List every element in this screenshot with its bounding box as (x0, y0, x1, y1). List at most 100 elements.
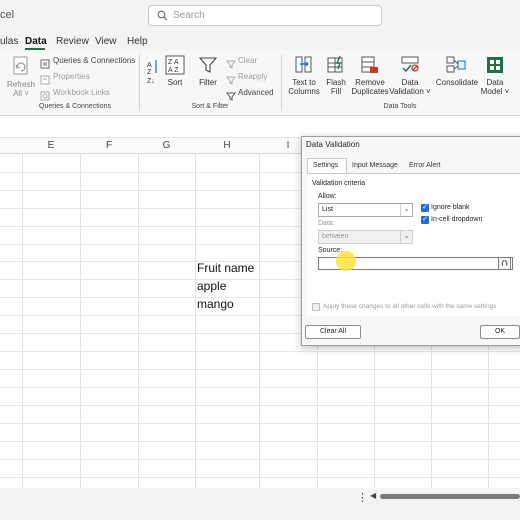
formula-area (0, 117, 520, 138)
consolidate-label: Consolidate (435, 78, 479, 87)
reapply-button[interactable]: Reapply (238, 72, 267, 81)
text-to-columns-button[interactable] (294, 55, 314, 80)
apply-all-label: Apply these changes to all other cells w… (323, 303, 497, 310)
grid-line (22, 154, 23, 488)
data-model-label-1: Data (486, 78, 504, 87)
dialog-title: Data Validation (306, 140, 360, 149)
grid-row-line (0, 405, 520, 406)
app-title: cel (0, 9, 15, 21)
refresh-all-button[interactable] (12, 56, 30, 81)
grid-row-line (0, 387, 520, 388)
sort-icon: Z A A Z (165, 55, 185, 75)
text-to-columns-icon (295, 56, 312, 73)
column-header-h[interactable]: H (195, 138, 259, 154)
grid-line (138, 154, 139, 488)
sort-button[interactable]: Z A A Z (165, 55, 185, 80)
ignore-blank-checkbox[interactable]: ✓ (421, 204, 429, 212)
status-bar (0, 488, 520, 520)
search-icon (157, 10, 168, 21)
ribbon-separator (281, 55, 282, 111)
remove-duplicates-button[interactable] (360, 55, 380, 80)
grid-row-line (0, 351, 520, 352)
incell-dropdown-checkbox[interactable]: ✓ (421, 216, 429, 224)
clear-all-button[interactable]: Clear All (305, 325, 361, 339)
filter-icon (198, 57, 218, 73)
tab-error-alert[interactable]: Error Alert (409, 162, 441, 169)
search-box[interactable] (148, 5, 382, 26)
data-validation-button[interactable] (400, 55, 420, 80)
filter-button[interactable] (198, 55, 218, 80)
group-data-tools-label: Data Tools (383, 103, 417, 110)
search-input[interactable] (173, 8, 373, 23)
flash-fill-button[interactable] (326, 55, 346, 80)
tab-view[interactable]: View (95, 36, 117, 47)
data-model-icon (487, 57, 503, 73)
incell-dropdown-label: In-cell dropdown (431, 216, 483, 223)
validation-criteria-label: Validation criteria (312, 180, 366, 187)
svg-text:Z↓: Z↓ (147, 78, 155, 85)
tab-formulas[interactable]: ulas (0, 36, 18, 47)
refresh-icon (13, 56, 28, 75)
grid-row-line (0, 459, 520, 460)
queries-connections-label[interactable]: Queries & Connections (53, 56, 135, 65)
svg-text:Z: Z (147, 69, 152, 76)
grid-line (259, 154, 260, 488)
svg-text:A: A (147, 62, 152, 69)
ignore-blank-label: Ignore blank (431, 204, 470, 211)
data-label: Data: (318, 220, 335, 227)
apply-all-checkbox[interactable] (312, 303, 320, 311)
remove-duplicates-label-1: Remove (355, 78, 385, 87)
sort-label: Sort (167, 78, 183, 87)
data-validation-icon (401, 56, 419, 73)
group-queries-label: Queries & Connections (39, 103, 111, 110)
column-header-partial (0, 138, 22, 154)
column-header-f[interactable]: F (80, 138, 138, 154)
grid-row-line (0, 441, 520, 442)
ribbon-separator (139, 55, 140, 111)
allow-value: List (322, 206, 333, 213)
tab-input-message[interactable]: Input Message (352, 162, 398, 169)
consolidate-icon (446, 56, 466, 73)
svg-text:Z A: Z A (168, 59, 179, 66)
svg-text:A Z: A Z (168, 67, 179, 74)
chevron-down-icon: ⌄ (400, 204, 412, 216)
tab-data[interactable]: Data (25, 36, 47, 47)
cursor-highlight (336, 251, 356, 271)
grid-row-line (0, 477, 520, 478)
data-value: between (322, 233, 349, 240)
queries-icon (40, 59, 50, 69)
remove-duplicates-icon (361, 56, 378, 73)
cell-h-apple[interactable]: apple (197, 279, 226, 293)
filter-label: Filter (199, 78, 217, 87)
consolidate-button[interactable] (446, 55, 466, 80)
refresh-label: Refresh (6, 80, 35, 89)
cell-h-fruit-name[interactable]: Fruit name (197, 261, 254, 275)
grid-line (80, 154, 81, 488)
horizontal-scrollbar[interactable] (380, 494, 520, 499)
allow-dropdown[interactable]: List ⌄ (318, 203, 413, 217)
sort-az-icon[interactable]: A Z Z↓ (146, 58, 160, 91)
data-dropdown[interactable]: between ⌄ (318, 230, 413, 244)
clear-button[interactable]: Clear (238, 56, 257, 65)
more-options-icon[interactable]: ⋮ (357, 491, 368, 504)
scroll-left-icon[interactable]: ◀ (370, 491, 376, 500)
dialog-body (307, 174, 520, 316)
ok-button[interactable]: OK (480, 325, 520, 339)
collapse-dialog-icon[interactable]: ⮉ (498, 257, 511, 270)
tab-review[interactable]: Review (56, 36, 89, 47)
group-sort-filter-label: Sort & Filter (191, 103, 229, 110)
flash-fill-icon (327, 55, 343, 73)
data-model-button[interactable] (485, 55, 505, 80)
chevron-down-icon: ⌄ (400, 231, 412, 243)
column-header-e[interactable]: E (22, 138, 80, 154)
data-model-label-2: Model ˅ (480, 87, 510, 96)
column-header-g[interactable]: G (138, 138, 195, 154)
tab-help[interactable]: Help (127, 36, 148, 47)
workbook-links-button[interactable]: Workbook Links (53, 88, 110, 97)
grid-line (195, 154, 196, 488)
properties-button[interactable]: Properties (53, 72, 89, 81)
allow-label: Allow: (318, 193, 337, 200)
advanced-button[interactable]: Advanced (238, 88, 274, 97)
cell-h-mango[interactable]: mango (197, 297, 234, 311)
tab-settings[interactable]: Settings (313, 162, 338, 169)
